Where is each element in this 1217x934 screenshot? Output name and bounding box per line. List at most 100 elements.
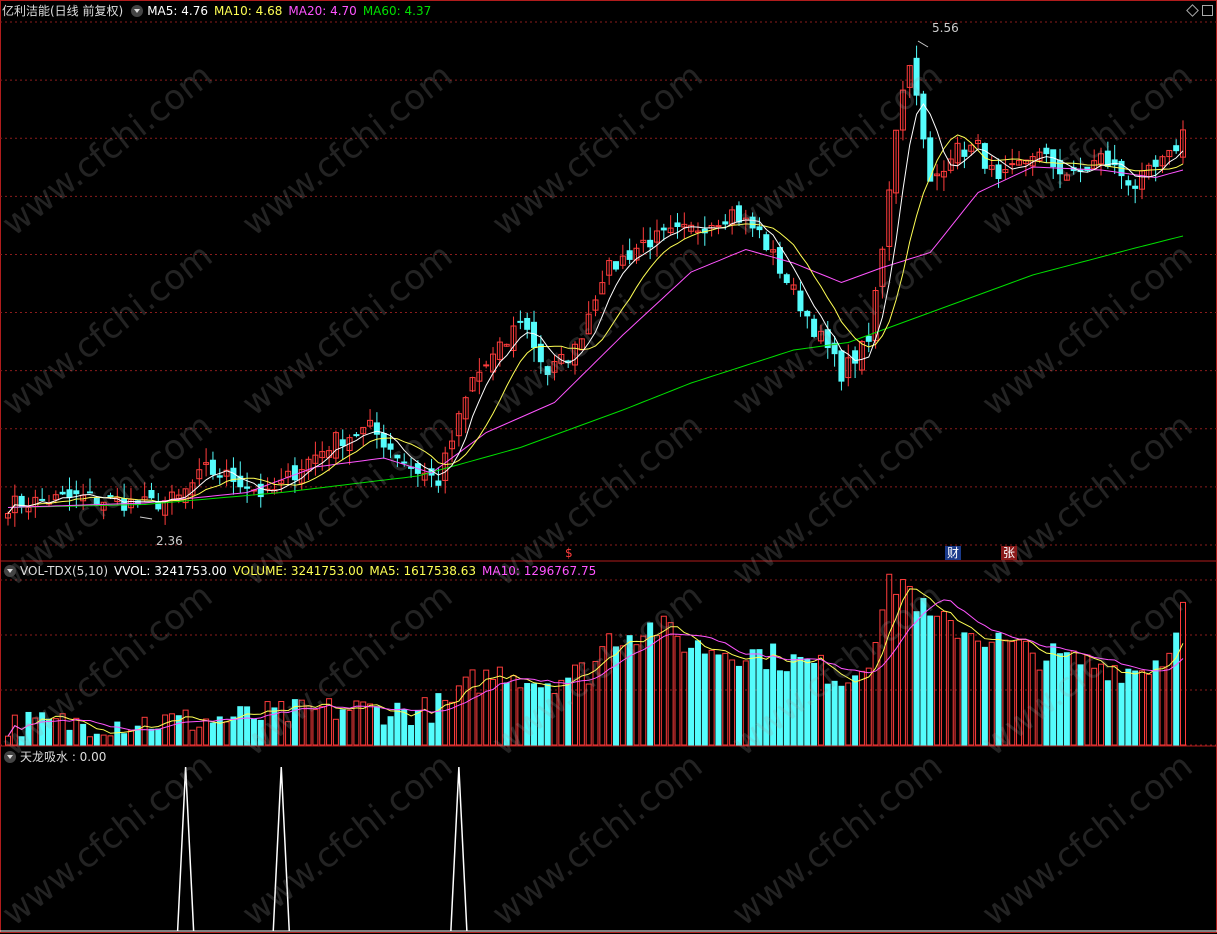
volume-bar: [735, 665, 742, 746]
volume-bar: [1002, 639, 1009, 746]
volume-bar: [455, 685, 462, 746]
volume-bar: [940, 611, 947, 746]
panel-toggle-icon[interactable]: [1202, 5, 1213, 16]
signal-title: 天龙吸水 : 0.00: [20, 750, 107, 764]
volume-bar: [612, 646, 619, 746]
event-marker-rise[interactable]: 张: [1001, 546, 1018, 560]
volume-ma10-line: [7, 599, 1184, 737]
volume-bar: [189, 729, 196, 746]
candle-body: [387, 443, 394, 450]
candle-body: [660, 227, 667, 231]
volume-bar: [701, 653, 708, 746]
candle-body: [927, 137, 934, 182]
volume-bar: [52, 718, 59, 746]
volume-bar: [18, 736, 25, 746]
volume-bar: [1104, 680, 1111, 746]
volume-bar: [544, 683, 551, 746]
volume-bar: [346, 709, 353, 746]
candle-body: [339, 439, 346, 447]
volume-bar: [305, 705, 312, 746]
ma60-label: MA60: 4.37: [362, 4, 432, 18]
volume-bar: [244, 706, 251, 746]
signal-panel-header: 天龙吸水 : 0.00: [2, 747, 112, 767]
volume-bar: [182, 709, 189, 746]
volume-bar: [59, 713, 66, 746]
dropdown-icon[interactable]: [131, 5, 144, 17]
candle-body: [1043, 147, 1050, 155]
vol-ma5-label: MA5: 1617538.63: [369, 564, 476, 578]
volume-bar: [961, 632, 968, 746]
volume-bar: [811, 662, 818, 746]
volume-bar: [981, 646, 988, 746]
volume-bar: [1152, 660, 1159, 746]
volume-bar: [1057, 653, 1064, 746]
candle-body: [838, 350, 845, 382]
volume-bar: [339, 709, 346, 746]
volume-bar: [1145, 673, 1152, 746]
candle-body: [244, 486, 251, 489]
volume-bar: [1050, 643, 1057, 746]
candle-body: [209, 459, 216, 475]
volume-bar: [606, 633, 613, 746]
low-price-label: 2.36: [156, 534, 183, 548]
volume-bar: [838, 685, 845, 746]
candle-body: [1173, 145, 1180, 152]
candle-body: [722, 221, 729, 225]
volume-bar: [1063, 652, 1070, 746]
volume-bar: [230, 716, 237, 746]
candle-body: [811, 318, 818, 337]
candle-body: [401, 461, 408, 464]
volume-bar: [667, 622, 674, 746]
ma20-label: MA20: 4.70: [288, 4, 357, 18]
candle-body: [920, 93, 927, 140]
volume-bar: [155, 728, 162, 746]
volume-bar: [1139, 670, 1146, 746]
volume-bar: [73, 717, 80, 746]
candle-body: [626, 250, 633, 260]
volume-ma5-line: [7, 588, 1184, 737]
volume-bar: [845, 682, 852, 746]
candle-body: [380, 433, 387, 448]
volume-bar: [913, 611, 920, 746]
volume-label: VOLUME: 3241753.00: [232, 564, 364, 578]
volume-bar: [203, 718, 210, 746]
volume-bar: [121, 733, 128, 746]
volume-bar: [776, 670, 783, 746]
volume-bar: [927, 615, 934, 746]
volume-bar: [442, 699, 449, 746]
volume-bar: [551, 692, 558, 746]
volume-bar: [1118, 682, 1125, 746]
chart-canvas[interactable]: [0, 0, 1217, 933]
volume-bar: [237, 706, 244, 746]
ma5-label: MA5: 4.76: [147, 4, 208, 18]
volume-bar: [626, 635, 633, 746]
volume-bar: [11, 714, 18, 746]
candle-body: [435, 480, 442, 486]
candle-body: [544, 366, 551, 375]
volume-bar: [852, 675, 859, 746]
volume-bar: [1009, 641, 1016, 746]
candle-body: [1057, 159, 1064, 175]
volume-bar: [298, 699, 305, 746]
volume-bar: [722, 652, 729, 746]
volume-bar: [920, 598, 927, 746]
dropdown-icon[interactable]: [4, 751, 16, 763]
volume-bar: [947, 620, 954, 746]
stock-name: 亿利洁能(日线 前复权): [2, 4, 124, 18]
volume-bar: [783, 671, 790, 746]
stock-chart-window[interactable]: www.cfchi.com www.cfchi.com www.cfchi.com w…: [0, 0, 1217, 934]
volume-bar: [1084, 654, 1091, 746]
dropdown-icon[interactable]: [4, 565, 16, 577]
volume-bar: [804, 658, 811, 746]
event-marker-dollar[interactable]: $: [563, 546, 575, 560]
volume-bar: [216, 716, 223, 746]
volume-bar: [831, 680, 838, 746]
candle-body: [1009, 163, 1016, 166]
volume-bar: [250, 719, 257, 746]
volume-bar: [469, 669, 476, 746]
volume-bar: [729, 659, 736, 746]
event-marker-finance[interactable]: 财: [945, 546, 962, 560]
ma20-line: [7, 166, 1184, 508]
volume-bar: [681, 651, 688, 746]
volume-bar: [312, 709, 319, 746]
